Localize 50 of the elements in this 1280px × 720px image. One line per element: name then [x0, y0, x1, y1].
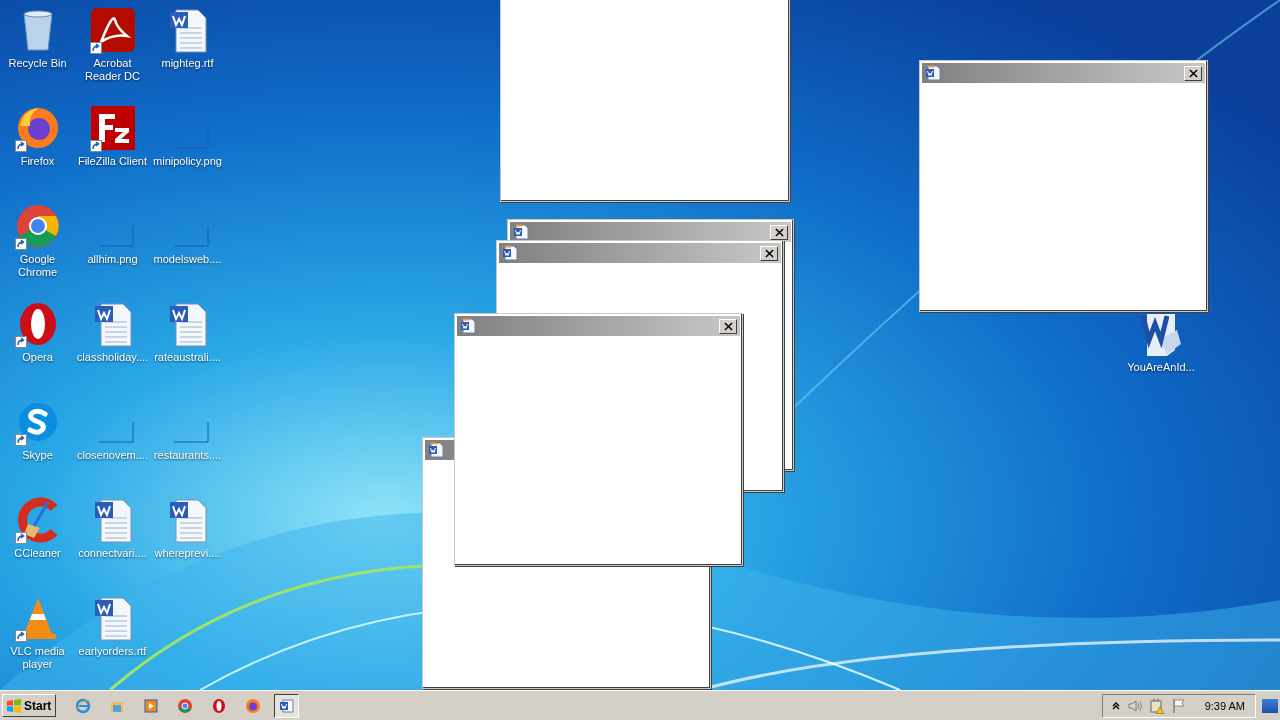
word-taskbar-button[interactable]	[274, 693, 300, 718]
firefox-icon	[244, 697, 261, 714]
filezilla-icon[interactable]	[88, 104, 137, 152]
icon-label: Recycle Bin	[8, 57, 67, 70]
acrobat-icon[interactable]	[88, 6, 137, 54]
close-button[interactable]	[719, 318, 737, 334]
icon-label: closenovem....	[77, 449, 148, 462]
icon-label: Google Chrome	[17, 253, 58, 279]
icon-label: minipolicy.png	[153, 155, 222, 168]
clock[interactable]: 9:39 AM	[1204, 699, 1245, 712]
media-player-icon	[142, 697, 159, 714]
document-icon	[502, 245, 518, 261]
flag-icon[interactable]	[1170, 697, 1187, 714]
icon-label: Skype	[22, 449, 53, 462]
icon-label: restaurants....	[153, 449, 222, 462]
chrome-icon	[176, 697, 193, 714]
show-desktop-button[interactable]	[1262, 698, 1278, 713]
icon-label: FileZilla Client	[77, 155, 148, 168]
show-hidden-icons-icon[interactable]	[1110, 700, 1121, 711]
icon-label: earlyorders.rtf	[78, 645, 147, 658]
close-icon	[774, 227, 784, 237]
icon-label: allhim.png	[87, 253, 138, 266]
icon-label: connectvari....	[78, 547, 147, 560]
icon-label: YouAreAnId...	[1127, 361, 1195, 374]
windows-logo-icon	[6, 697, 22, 714]
icon-label: classholiday....	[76, 351, 149, 364]
document-icon	[925, 65, 941, 81]
icon-label: Opera	[22, 351, 53, 364]
close-button[interactable]	[770, 224, 788, 240]
opera-icon	[210, 697, 227, 714]
close-button[interactable]	[760, 245, 778, 261]
icon-label: CCleaner	[14, 547, 61, 560]
icon-label: whereprevi....	[154, 547, 221, 560]
close-icon	[723, 321, 733, 331]
close-icon	[1188, 68, 1198, 78]
icon-label: VLC media player	[10, 645, 65, 671]
ie-icon	[74, 697, 91, 714]
icon-label: Firefox	[20, 155, 55, 168]
network-warning-icon[interactable]	[1148, 697, 1165, 714]
start-button[interactable]: Start	[2, 694, 57, 717]
icon-label: mighteg.rtf	[161, 57, 214, 70]
volume-icon[interactable]	[1126, 697, 1143, 714]
icon-label: modelsweb....	[153, 253, 222, 266]
icon-label: Acrobat Reader DC	[85, 57, 140, 83]
document-icon	[428, 442, 444, 458]
icon-label: rateaustrali....	[154, 351, 221, 364]
close-icon	[764, 248, 774, 258]
word-icon	[278, 697, 295, 714]
document-icon	[460, 318, 476, 334]
close-button[interactable]	[1184, 65, 1202, 81]
